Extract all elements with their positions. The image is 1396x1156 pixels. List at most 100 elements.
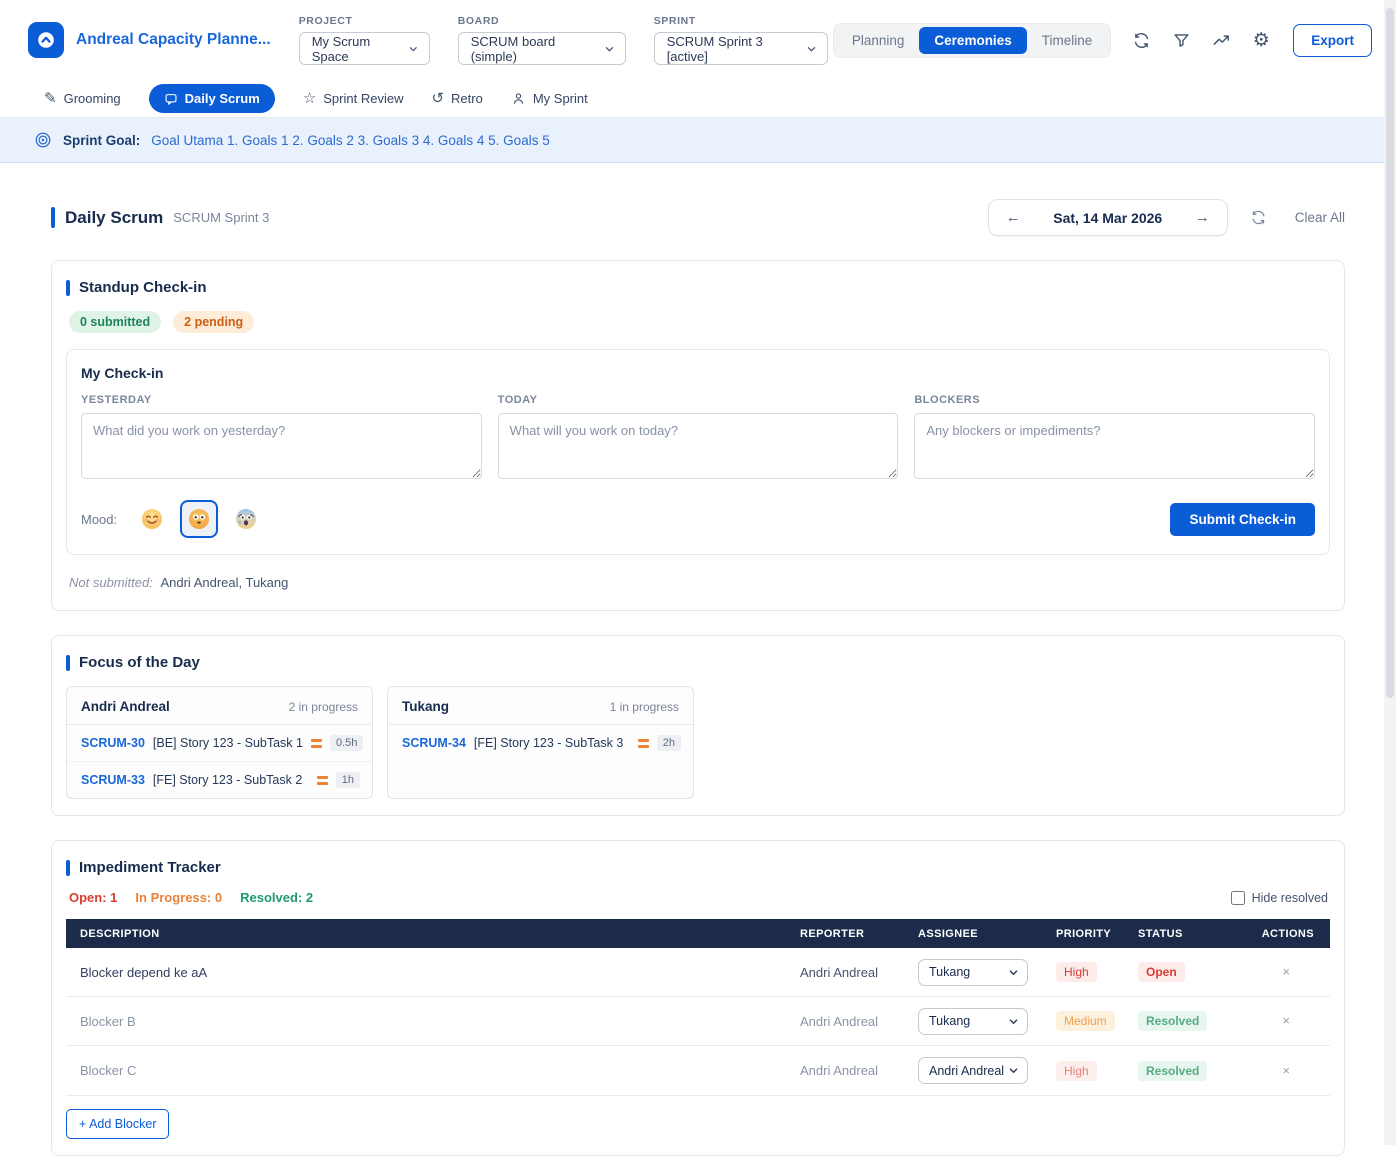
- main-content: Daily Scrum SCRUM Sprint 3 ← Sat, 14 Mar…: [0, 199, 1396, 1156]
- filter-icon[interactable]: [1171, 30, 1191, 50]
- issue-summary: [FE] Story 123 - SubTask 3: [474, 736, 623, 750]
- today-input[interactable]: [498, 413, 899, 479]
- table-row: Blocker depend ke aA Andri Andreal Tukan…: [66, 948, 1330, 997]
- task-row[interactable]: SCRUM-34 [FE] Story 123 - SubTask 3 2h: [388, 725, 693, 761]
- my-checkin-title: My Check-in: [81, 365, 1315, 381]
- task-meta: 0.5h: [311, 735, 363, 751]
- subnav-item-my-sprint[interactable]: My Sprint: [511, 91, 588, 106]
- sprint-select[interactable]: SCRUM Sprint 3 [active]: [654, 32, 828, 65]
- tab-ceremonies[interactable]: Ceremonies: [919, 27, 1026, 54]
- refresh-icon[interactable]: [1131, 30, 1151, 50]
- blocker-reporter: Andri Andreal: [800, 1063, 918, 1078]
- app-logo-icon[interactable]: [28, 22, 64, 58]
- chevron-down-icon: [806, 43, 817, 55]
- mood-row: Mood:: [81, 500, 1315, 538]
- project-label: PROJECT: [299, 15, 430, 27]
- focus-of-day-card: Focus of the Day Andri Andreal 2 in prog…: [51, 635, 1345, 816]
- hours-badge: 0.5h: [330, 735, 363, 751]
- pencil-icon: ✎: [44, 91, 57, 106]
- page-scrollbar[interactable]: [1384, 0, 1396, 1145]
- board-select[interactable]: SCRUM board (simple): [458, 32, 626, 65]
- issue-summary: [BE] Story 123 - SubTask 1: [153, 736, 303, 750]
- refresh-day-icon[interactable]: [1250, 209, 1267, 226]
- project-select-group: PROJECT My Scrum Space: [299, 15, 430, 65]
- page-head: Daily Scrum SCRUM Sprint 3 ← Sat, 14 Mar…: [51, 199, 1345, 236]
- clear-all-button[interactable]: Clear All: [1295, 210, 1345, 225]
- add-blocker-button[interactable]: + Add Blocker: [66, 1109, 169, 1139]
- prev-day-button[interactable]: ←: [1006, 209, 1021, 226]
- col-status: STATUS: [1138, 928, 1240, 940]
- submitted-badge: 0 submitted: [69, 311, 161, 333]
- hide-resolved-checkbox[interactable]: [1231, 891, 1245, 905]
- priority-badge: Medium: [1056, 1011, 1115, 1031]
- mood-happy-button[interactable]: [133, 500, 171, 538]
- subnav-item-sprint-review[interactable]: ☆ Sprint Review: [303, 91, 404, 106]
- in-progress-count: 2 in progress: [289, 700, 358, 714]
- person-card-header: Tukang 1 in progress: [388, 687, 693, 725]
- mood-anxious-icon: [234, 507, 258, 531]
- issue-key-link[interactable]: SCRUM-33: [81, 773, 145, 787]
- blocker-reporter: Andri Andreal: [800, 1014, 918, 1029]
- open-count: Open: 1: [69, 890, 117, 905]
- board-label: BOARD: [458, 15, 626, 27]
- subnav-item-daily-scrum[interactable]: Daily Scrum: [149, 84, 275, 113]
- ceremonies-subnav: ✎ Grooming Daily Scrum ☆ Sprint Review ↺…: [0, 80, 1396, 118]
- subnav-label: Retro: [451, 91, 483, 106]
- assignee-select[interactable]: Tukang: [918, 1008, 1028, 1035]
- star-icon: ☆: [303, 91, 316, 106]
- project-select[interactable]: My Scrum Space: [299, 32, 430, 65]
- export-button[interactable]: Export: [1293, 24, 1372, 57]
- yesterday-input[interactable]: [81, 413, 482, 479]
- tab-timeline[interactable]: Timeline: [1027, 27, 1108, 54]
- submit-checkin-button[interactable]: Submit Check-in: [1170, 503, 1315, 536]
- pending-badge: 2 pending: [173, 311, 254, 333]
- task-row[interactable]: SCRUM-33 [FE] Story 123 - SubTask 2 1h: [67, 762, 372, 798]
- task-row[interactable]: SCRUM-30 [BE] Story 123 - SubTask 1 0.5h: [67, 725, 372, 762]
- chevron-down-icon: [1008, 1065, 1019, 1076]
- resolved-count: Resolved: 2: [240, 890, 313, 905]
- col-priority: PRIORITY: [1056, 928, 1138, 940]
- trend-icon[interactable]: [1211, 30, 1231, 50]
- assignee-value: Tukang: [929, 965, 970, 979]
- sprint-select-group: SPRINT SCRUM Sprint 3 [active]: [654, 15, 828, 65]
- person-name: Tukang: [402, 699, 449, 714]
- app-title[interactable]: Andreal Capacity Planne...: [76, 31, 271, 49]
- blocker-reporter: Andri Andreal: [800, 965, 918, 980]
- col-assignee: ASSIGNEE: [918, 928, 1056, 940]
- scrollbar-thumb[interactable]: [1386, 8, 1394, 698]
- assignee-select[interactable]: Andri Andreal: [918, 1057, 1028, 1084]
- issue-key-link[interactable]: SCRUM-34: [402, 736, 466, 750]
- standup-title: Standup Check-in: [79, 279, 207, 296]
- chevron-down-icon: [604, 43, 615, 55]
- current-date[interactable]: Sat, 14 Mar 2026: [1053, 210, 1162, 226]
- tab-planning[interactable]: Planning: [837, 27, 920, 54]
- next-day-button[interactable]: →: [1195, 209, 1210, 226]
- medium-priority-icon: [317, 776, 328, 785]
- mood-anxious-button[interactable]: [227, 500, 265, 538]
- subnav-item-retro[interactable]: ↺ Retro: [431, 91, 482, 106]
- delete-blocker-icon[interactable]: ×: [1282, 964, 1290, 979]
- today-label: TODAY: [498, 394, 899, 406]
- yesterday-field-group: YESTERDAY: [81, 394, 482, 484]
- delete-blocker-icon[interactable]: ×: [1282, 1013, 1290, 1028]
- task-meta: 2h: [638, 735, 681, 751]
- issue-key-link[interactable]: SCRUM-30: [81, 736, 145, 750]
- my-checkin-panel: My Check-in YESTERDAY TODAY BLOCKERS Moo…: [66, 349, 1330, 555]
- settings-icon[interactable]: ⚙: [1251, 30, 1271, 50]
- subnav-item-grooming[interactable]: ✎ Grooming: [44, 91, 121, 106]
- assignee-select[interactable]: Tukang: [918, 959, 1028, 986]
- sprint-value: SCRUM Sprint 3 [active]: [667, 34, 796, 64]
- blockers-input[interactable]: [914, 413, 1315, 479]
- status-badge: Resolved: [1138, 1061, 1207, 1081]
- target-icon: [34, 131, 52, 149]
- in-progress-count: In Progress: 0: [135, 890, 222, 905]
- standup-checkin-card: Standup Check-in 0 submitted 2 pending M…: [51, 260, 1345, 611]
- page-title: Daily Scrum: [65, 208, 163, 228]
- impediment-tracker-card: Impediment Tracker Open: 1 In Progress: …: [51, 840, 1345, 1156]
- accent-bar: [66, 280, 70, 296]
- delete-blocker-icon[interactable]: ×: [1282, 1063, 1290, 1078]
- hide-resolved-toggle[interactable]: Hide resolved: [1231, 891, 1330, 905]
- project-value: My Scrum Space: [312, 34, 399, 64]
- mood-flushed-button[interactable]: [180, 500, 218, 538]
- mood-label: Mood:: [81, 512, 117, 527]
